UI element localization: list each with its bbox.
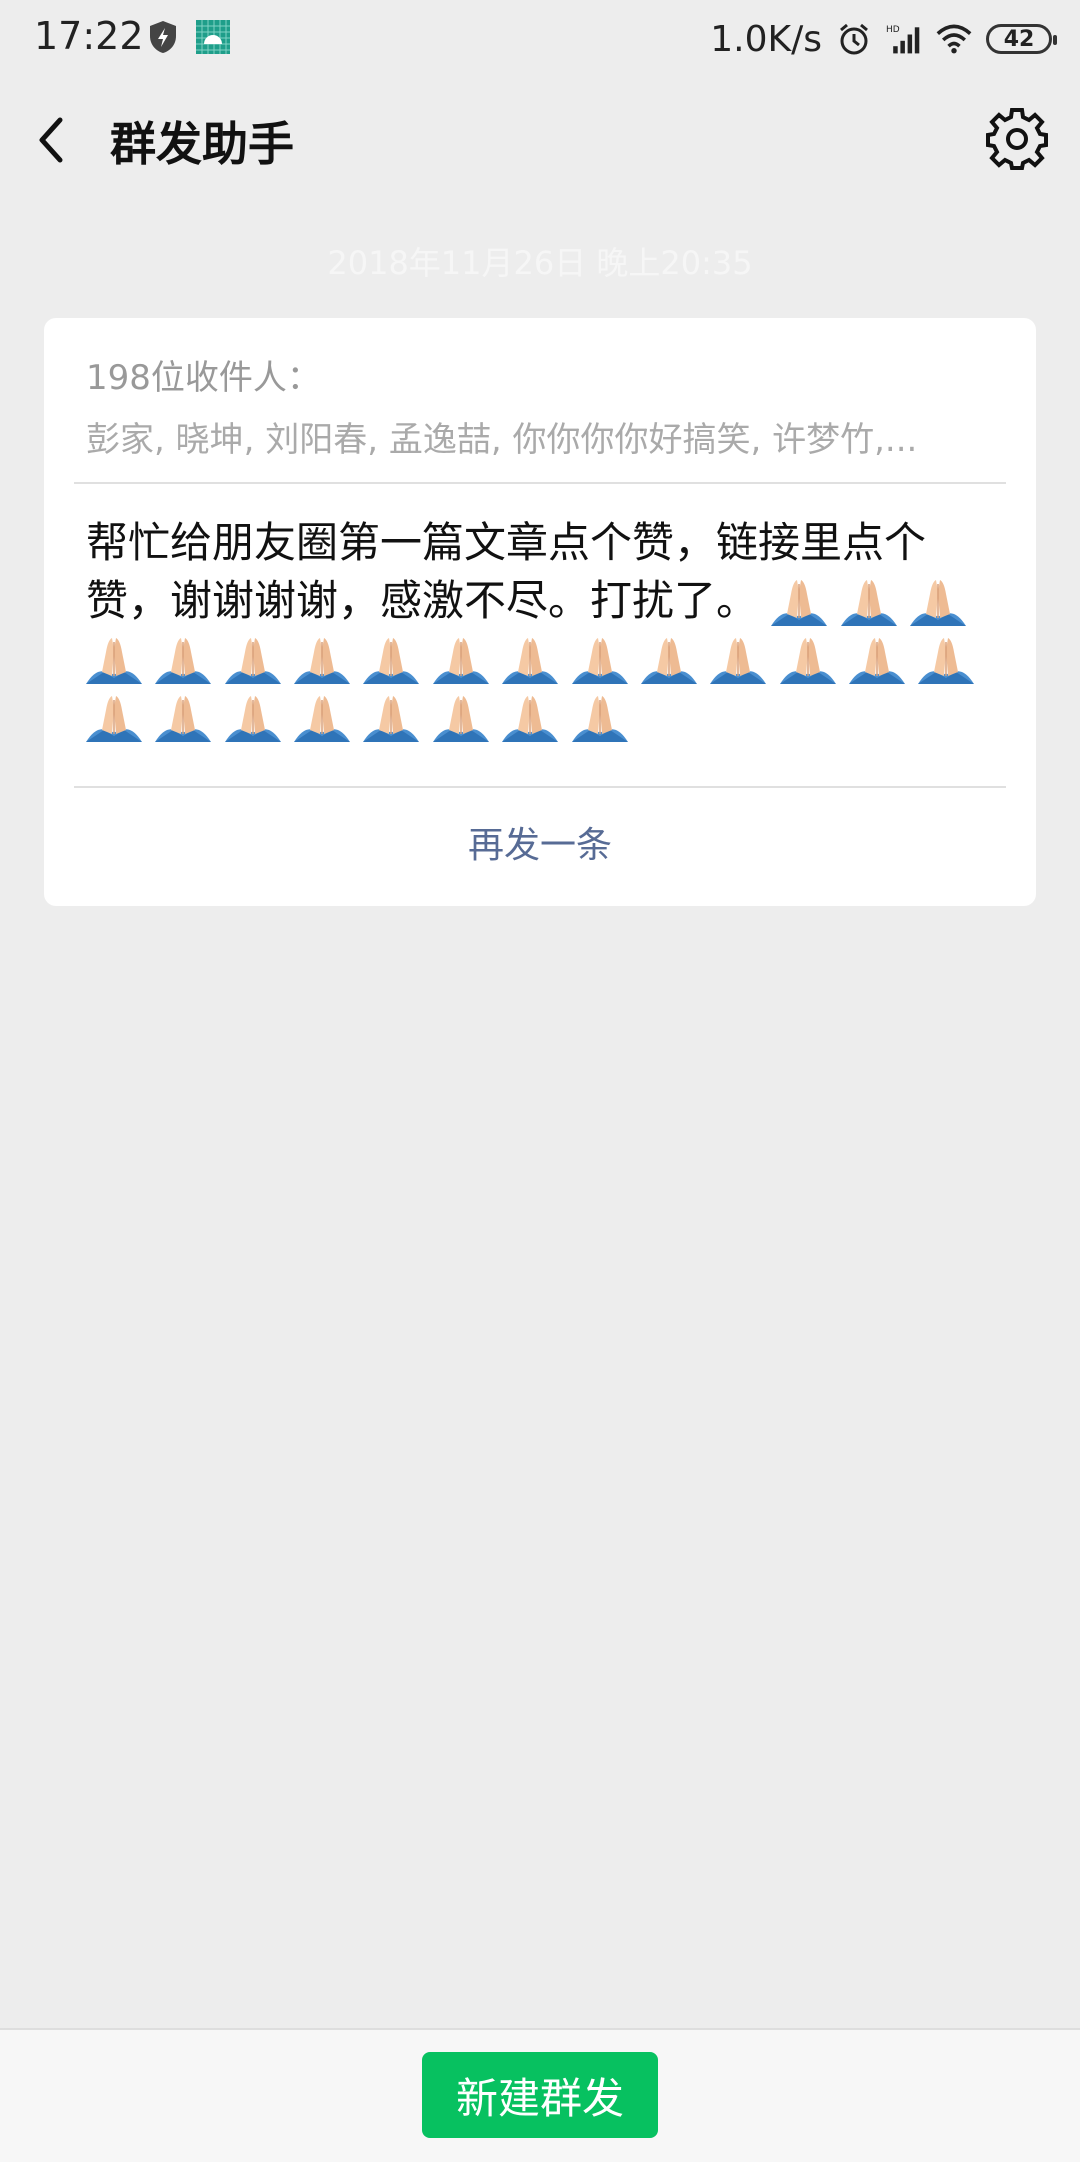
folded-hands-icon — [224, 630, 281, 686]
bottom-bar: 新建群发 — [0, 2028, 1080, 2162]
folded-hands-icon — [640, 630, 697, 686]
folded-hands-icon — [86, 630, 142, 686]
folded-hands-icon — [571, 630, 628, 686]
status-time: 17:22 — [34, 14, 144, 58]
folded-hands-icon — [224, 688, 281, 744]
folded-hands-icon — [363, 688, 420, 744]
folded-hands-icon — [779, 630, 836, 686]
folded-hands-icon — [840, 572, 897, 628]
recipients-names[interactable]: 彭家, 晓坤, 刘阳春, 孟逸喆, 你你你你好搞笑, 许梦竹,... — [86, 412, 1006, 461]
message-timestamp: 2018年11月26日 晚上20:35 — [327, 244, 753, 282]
battery-icon: 42 — [986, 24, 1057, 54]
chevron-left-icon[interactable] — [30, 110, 80, 170]
folded-hands-icon — [294, 688, 351, 744]
navigation-header: 群发助手 — [0, 80, 1080, 200]
alarm-icon — [840, 23, 868, 55]
folded-hands-icon — [294, 630, 351, 686]
folded-hands-icon — [502, 630, 559, 686]
folded-hands-icon — [848, 630, 905, 686]
network-speed: 1.0K/s — [710, 18, 822, 60]
new-broadcast-button[interactable]: 新建群发 — [422, 2052, 658, 2138]
recipients-title: 198位收件人： — [86, 358, 321, 398]
folded-hands-icon — [910, 572, 967, 628]
resend-button[interactable]: 再发一条 — [44, 816, 1036, 868]
folded-hands-icon — [432, 688, 489, 744]
folded-hands-icon — [86, 688, 142, 744]
folded-hands-icon — [155, 630, 212, 686]
folded-hands-icon — [432, 630, 489, 686]
folded-hands-icon — [155, 688, 212, 744]
divider — [74, 786, 1006, 788]
svg-text:HD: HD — [886, 25, 900, 35]
folded-hands-icon — [363, 630, 420, 686]
folded-hands-icon — [918, 630, 975, 686]
shield-icon — [150, 21, 176, 53]
status-bar: 17:22 1.0K/s HD 42 — [0, 0, 1080, 80]
gear-icon[interactable] — [984, 106, 1050, 172]
page-title: 群发助手 — [110, 117, 294, 171]
folded-hands-icon — [771, 572, 828, 628]
folded-hands-icon — [502, 688, 559, 744]
android-app-icon — [196, 20, 230, 54]
folded-hands-icon — [571, 688, 628, 744]
broadcast-message-card: 198位收件人： 彭家, 晓坤, 刘阳春, 孟逸喆, 你你你你好搞笑, 许梦竹,… — [44, 318, 1036, 906]
divider — [74, 482, 1006, 484]
folded-hands-icon — [710, 630, 767, 686]
message-body: 帮忙给朋友圈第一篇文章点个赞，链接里点个赞，谢谢谢谢，感激不尽。打扰了。 — [86, 514, 1006, 746]
wifi-icon — [936, 24, 972, 54]
hd-signal-icon: HD — [886, 25, 920, 54]
